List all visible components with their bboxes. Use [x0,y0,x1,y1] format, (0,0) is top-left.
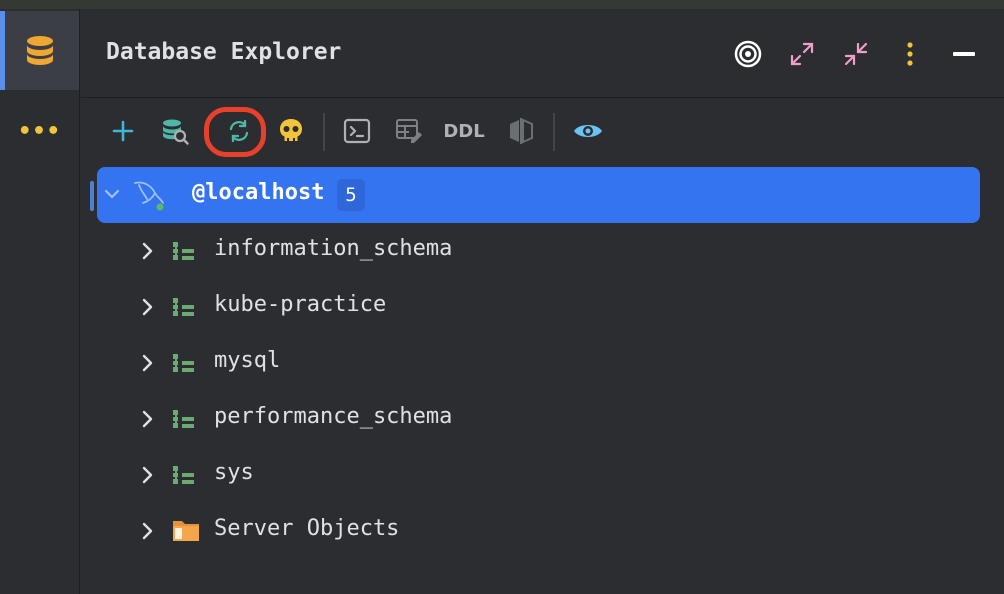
minimize-icon[interactable] [950,40,978,68]
more-tools-button[interactable]: ••• [0,113,79,149]
tree-row-schema[interactable]: information_schema [81,223,1004,279]
chevron-right-icon[interactable] [139,352,157,374]
add-icon [112,120,134,142]
tree-row-server-objects[interactable]: Server Objects [81,503,1004,559]
ddl-label: DDL [443,120,485,142]
skull-icon [280,119,302,142]
ddl-text-button[interactable]: DDL [443,105,485,157]
active-tab-accent [0,11,5,90]
tree-row-schema[interactable]: mysql [81,335,1004,391]
database-icon [26,35,53,65]
edit-table-button[interactable] [393,105,425,157]
collapse-icon[interactable] [842,40,870,68]
console-button[interactable] [341,105,373,157]
chevron-right-icon[interactable] [139,296,157,318]
chevron-right-icon[interactable] [139,520,157,542]
edit-table-icon [396,119,422,143]
schema-count-badge: 5 [337,179,365,211]
panel-header: Database Explorer [81,9,1004,98]
server-objects-label: Server Objects [214,516,400,541]
data-source-properties-icon [163,119,189,145]
tree-row-schema[interactable]: kube-practice [81,279,1004,335]
mysql-dolphin-icon [134,181,165,212]
panel-title: Database Explorer [106,39,342,65]
host-label: @localhost [192,180,325,205]
schema-icon [173,354,194,372]
refresh-button[interactable] [223,105,255,157]
chevron-right-icon[interactable] [139,408,157,430]
skull-button[interactable] [275,105,307,157]
tree-row-localhost[interactable]: @localhost 5 [90,167,980,223]
schema-icon [173,242,194,260]
kebab-menu-icon[interactable] [896,40,924,68]
eye-icon [574,125,602,137]
compare-button[interactable] [505,105,537,157]
refresh-icon [229,119,249,143]
database-tool-tab[interactable] [0,11,79,90]
chevron-right-icon[interactable] [139,240,157,262]
more-dots-label: ••• [18,118,61,144]
explorer-toolbar: DDL [81,105,1004,157]
chevron-right-icon[interactable] [139,464,157,486]
schema-label: kube-practice [214,292,387,317]
folder-icon [173,521,199,541]
chevron-down-icon[interactable] [103,185,121,203]
data-source-properties-button[interactable] [159,105,191,157]
expand-icon[interactable] [788,40,816,68]
schema-label: sys [214,460,254,485]
add-button[interactable] [109,105,137,157]
tree-row-schema[interactable]: sys [81,447,1004,503]
tree-row-schema[interactable]: performance_schema [81,391,1004,447]
schema-label: performance_schema [214,404,453,429]
database-explorer-panel: Database Explorer DDL @localhost 5 infor… [81,9,1004,594]
view-button[interactable] [571,105,605,157]
console-icon [343,118,371,144]
toolbar-separator [553,113,555,151]
window-top-strip [0,0,1004,9]
compare-icon [510,118,533,144]
tool-window-strip: ••• [0,9,80,594]
schema-icon [173,298,194,316]
schema-icon [173,466,194,484]
toolbar-separator [323,113,325,151]
target-icon[interactable] [734,40,762,68]
header-actions [734,37,978,71]
selection-edge [90,181,94,211]
schema-label: mysql [214,348,281,373]
schema-label: information_schema [214,236,453,261]
schema-icon [173,410,194,428]
